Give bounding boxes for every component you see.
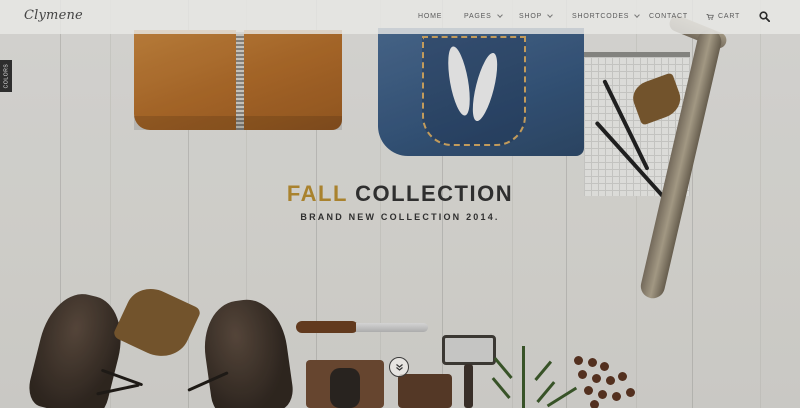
cart-icon <box>706 13 714 20</box>
hero-subtitle: BRAND NEW COLLECTION 2014. <box>300 212 500 222</box>
colors-side-tab[interactable]: COLORS <box>0 60 12 92</box>
maple-leaf-icon <box>628 72 686 126</box>
site-logo[interactable]: Clymene <box>24 8 83 23</box>
feather-icon <box>467 50 503 124</box>
hero-title-accent: FALL <box>286 181 348 206</box>
colors-tab-label: COLORS <box>3 63 9 89</box>
nav-item-contact[interactable]: CONTACT <box>649 13 688 20</box>
hero-title-rest: COLLECTION <box>355 181 514 206</box>
nav-item-label: SHOP <box>519 13 543 20</box>
nav-item-label: PAGES <box>464 13 492 20</box>
chevron-double-down-icon <box>395 363 403 371</box>
sunglasses-image <box>330 368 360 408</box>
nav-item-shop[interactable]: SHOP <box>519 12 553 20</box>
feather-icon <box>444 44 474 118</box>
scroll-down-button[interactable] <box>389 357 409 377</box>
nav-item-cart[interactable]: CART <box>706 13 740 20</box>
jeans-pocket <box>422 36 526 146</box>
sweater-image <box>134 30 342 130</box>
nav-item-pages[interactable]: PAGES <box>464 12 503 20</box>
jeans-image <box>378 28 584 156</box>
acorn-image <box>574 356 583 365</box>
hero-banner: FALL COLLECTION BRAND NEW COLLECTION 201… <box>0 0 800 408</box>
nav-item-label: CONTACT <box>649 13 688 20</box>
chevron-down-icon <box>634 12 641 18</box>
cart-label: CART <box>718 13 741 20</box>
zipper <box>236 30 244 130</box>
nav-item-label: SHORTCODES <box>572 13 630 20</box>
site-header: Clymene HOME PAGES SHOP SHORTCODES CONTA… <box>0 0 800 34</box>
chevron-down-icon <box>547 12 553 18</box>
magnifier-image <box>442 335 496 365</box>
nav-item-shortcodes[interactable]: SHORTCODES <box>572 12 641 20</box>
search-icon[interactable] <box>759 11 770 22</box>
knife-image <box>296 321 358 333</box>
nav-item-home[interactable]: HOME <box>418 13 442 20</box>
pine-sprig <box>522 346 525 408</box>
cardholder-image <box>398 374 452 408</box>
chevron-down-icon <box>496 12 503 18</box>
hero-title: FALL COLLECTION <box>0 181 800 207</box>
nav-item-label: HOME <box>418 13 443 20</box>
